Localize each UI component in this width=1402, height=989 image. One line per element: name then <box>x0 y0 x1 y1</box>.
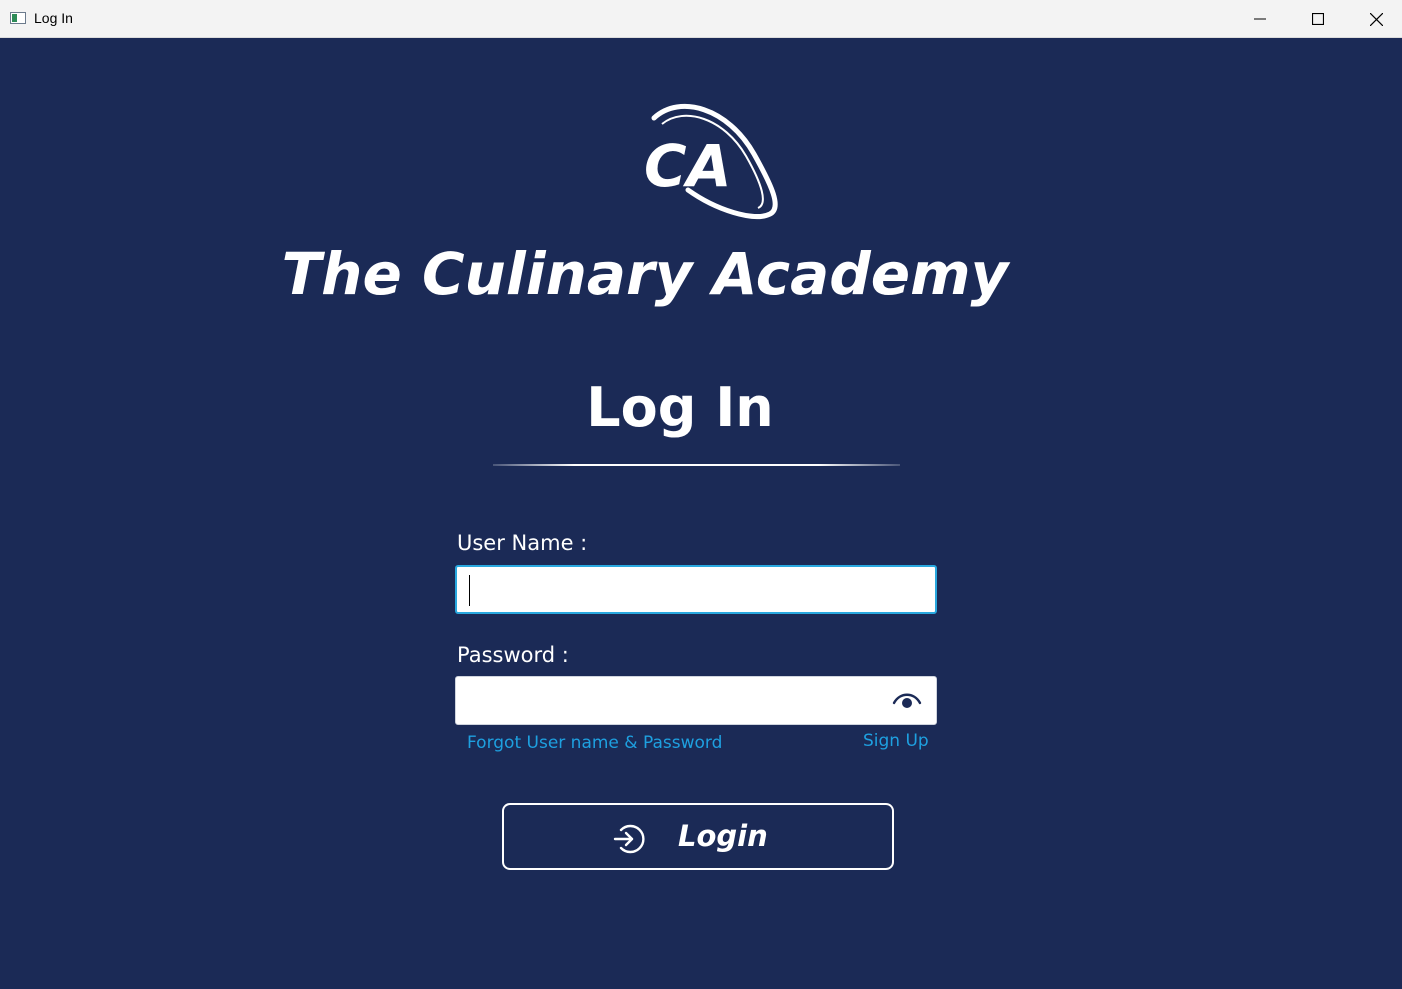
page-title: Log In <box>586 376 774 439</box>
title-bar: Log In <box>0 0 1402 38</box>
window-title: Log In <box>34 10 73 26</box>
login-button[interactable]: Login <box>502 803 894 870</box>
username-label: User Name : <box>457 531 588 555</box>
logo-monogram: CA <box>644 132 731 200</box>
close-icon <box>1369 12 1383 26</box>
login-window: Log In CA The Culinary Academy Log In Us… <box>0 0 1402 989</box>
app-window-icon <box>10 12 26 24</box>
forgot-credentials-link[interactable]: Forgot User name & Password <box>467 733 722 753</box>
maximize-button[interactable] <box>1289 0 1347 38</box>
text-caret <box>469 575 470 606</box>
username-field[interactable] <box>457 567 935 612</box>
password-field-container <box>455 676 937 725</box>
username-field-container <box>455 565 937 614</box>
minimize-icon <box>1254 18 1266 20</box>
eye-icon[interactable] <box>892 690 922 712</box>
maximize-icon <box>1312 13 1324 25</box>
login-button-label: Login <box>678 819 768 853</box>
minimize-button[interactable] <box>1231 0 1289 38</box>
academy-logo: CA <box>644 103 778 219</box>
close-button[interactable] <box>1347 0 1402 38</box>
sign-up-link[interactable]: Sign Up <box>863 731 929 751</box>
academy-name: The Culinary Academy <box>281 240 1009 308</box>
heading-divider <box>493 464 900 466</box>
password-field[interactable] <box>456 677 936 724</box>
login-arrow-icon <box>613 824 645 854</box>
password-label: Password : <box>457 643 569 667</box>
